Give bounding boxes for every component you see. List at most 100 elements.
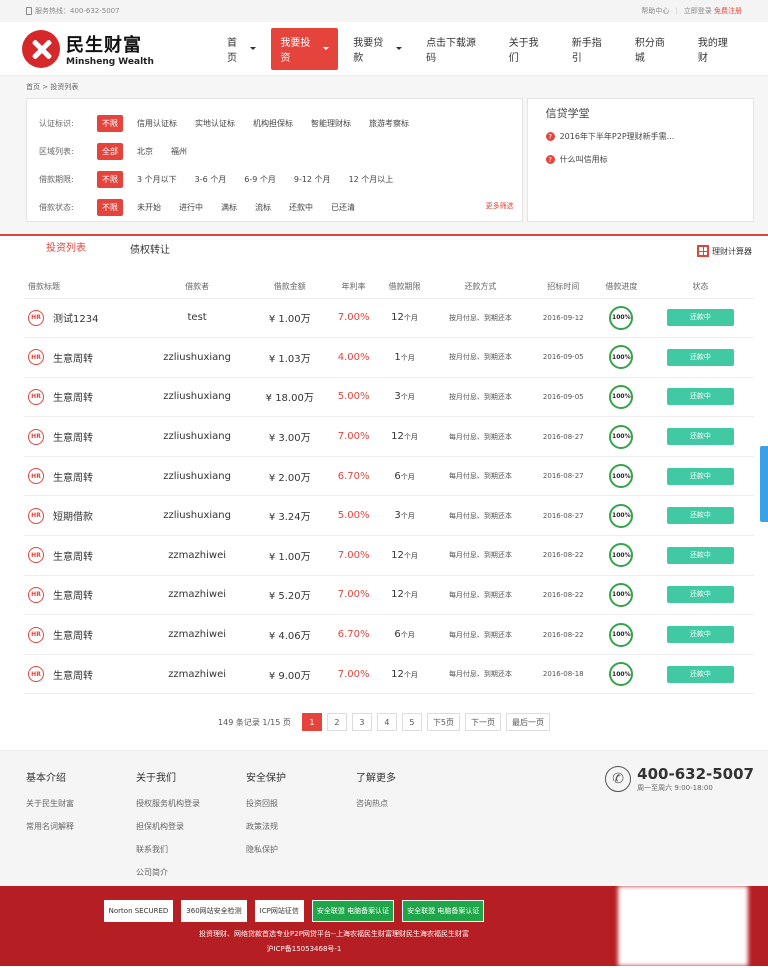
table-header-row: 借款标题 借款者 借款金额 年利率 借款期限 还款方式 招标时间 借款进度 状态 xyxy=(24,276,754,299)
loan-title[interactable]: HR 生意周转 xyxy=(28,388,143,405)
status-button[interactable]: 还款中 xyxy=(666,586,734,604)
loan-title[interactable]: HR 生意周转 xyxy=(28,349,143,366)
footer-link[interactable]: 政策法规 xyxy=(246,821,356,832)
nav-item-1[interactable]: 我要投资 xyxy=(271,27,339,70)
status-button[interactable]: 还款中 xyxy=(666,348,734,366)
loan-title[interactable]: HR 生意周转 xyxy=(28,428,143,445)
tab-debt-transfer[interactable]: 债权转让 xyxy=(108,241,192,266)
status-button[interactable]: 还款中 xyxy=(666,546,734,564)
pager-next-button[interactable]: 下一页 xyxy=(464,713,501,732)
nav-item-7[interactable]: 我的理财 xyxy=(689,28,746,70)
filter-option[interactable]: 机构担保标 xyxy=(253,118,293,129)
loan-title[interactable]: HR 生意周转 xyxy=(28,586,143,603)
table-row[interactable]: HR 生意周转 zzmazhiwei ¥ 5.20万 7.00% 12个月 每月付息、到期还… xyxy=(24,575,754,616)
trust-badge[interactable]: ICP网站征信 xyxy=(254,900,304,923)
side-float-tab[interactable] xyxy=(760,446,768,522)
filter-option[interactable]: 已还清 xyxy=(331,202,355,213)
loan-title[interactable]: HR 生意周转 xyxy=(28,626,143,643)
status-button[interactable]: 还款中 xyxy=(666,507,734,525)
table-row[interactable]: HR 生意周转 zzliushuxiang ¥ 2.00万 6.70% 6个月 每月付息、到… xyxy=(24,456,754,497)
filter-option[interactable]: 不限 xyxy=(97,114,123,132)
filter-option[interactable]: 3-6 个月 xyxy=(195,174,227,185)
borrower-cell: zzmazhiwei xyxy=(142,535,252,576)
status-button[interactable]: 还款中 xyxy=(666,388,734,406)
register-link[interactable]: 免费注册 xyxy=(714,6,742,16)
table-row[interactable]: HR 生意周转 zzmazhiwei ¥ 9.00万 7.00% 12个月 每月付息、到期还… xyxy=(24,654,754,695)
filter-option[interactable]: 12 个月以上 xyxy=(349,174,394,185)
pager-last-button[interactable]: 最后一页 xyxy=(505,713,550,732)
nav-item-2[interactable]: 我要贷款 xyxy=(344,28,411,70)
nav-item-4[interactable]: 关于我们 xyxy=(500,28,557,70)
status-button[interactable]: 还款中 xyxy=(666,665,734,683)
table-row[interactable]: HR 生意周转 zzliushuxiang ¥ 18.00万 5.00% 3个月 按月付息、… xyxy=(24,377,754,418)
filter-option[interactable]: 还款中 xyxy=(289,202,313,213)
credit-school-item[interactable]: ? 2016年下半年P2P理财新手需... xyxy=(545,131,735,142)
filter-option[interactable]: 全部 xyxy=(97,142,123,160)
login-link[interactable]: 立即登录 xyxy=(684,6,712,16)
status-button[interactable]: 还款中 xyxy=(666,309,734,327)
pager-page-4[interactable]: 4 xyxy=(376,713,397,732)
trust-badge[interactable]: 360网站安全检测 xyxy=(181,900,247,923)
nav-item-5[interactable]: 新手指引 xyxy=(563,28,620,70)
table-row[interactable]: HR 生意周转 zzmazhiwei ¥ 1.00万 7.00% 12个月 每月付息、到期还… xyxy=(24,535,754,576)
footer-link[interactable]: 授权服务机构登录 xyxy=(136,798,246,809)
table-row[interactable]: HR 测试1234 test ¥ 1.00万 7.00% 12个月 按月付息、到期还本 201… xyxy=(24,298,754,339)
pager-page-2[interactable]: 2 xyxy=(326,713,347,732)
trust-badge[interactable]: 安全联盟 电脑备案认证 xyxy=(402,900,485,923)
filter-option[interactable]: 不限 xyxy=(97,198,123,216)
loan-title[interactable]: HR 生意周转 xyxy=(28,547,143,564)
footer-link[interactable]: 联系我们 xyxy=(136,844,246,855)
status-cell: 还款中 xyxy=(646,456,754,497)
nav-item-6[interactable]: 积分商城 xyxy=(626,28,683,70)
footer-link[interactable]: 投资回报 xyxy=(246,798,356,809)
nav-item-0[interactable]: 首页 xyxy=(218,28,265,70)
loan-title[interactable]: HR 短期借款 xyxy=(28,507,143,524)
filter-option[interactable]: 不限 xyxy=(97,170,123,188)
pager-page-3[interactable]: 3 xyxy=(351,713,372,732)
filter-option[interactable]: 9-12 个月 xyxy=(294,174,331,185)
filter-option[interactable]: 信用认证标 xyxy=(137,118,177,129)
loan-title[interactable]: HR 生意周转 xyxy=(28,468,143,485)
calculator-label: 理财计算器 xyxy=(712,246,752,256)
status-button[interactable]: 还款中 xyxy=(666,467,734,485)
loan-table-wrap: 借款标题 借款者 借款金额 年利率 借款期限 还款方式 招标时间 借款进度 状态 HR 测试123… xyxy=(0,266,768,695)
filter-option[interactable]: 旅游考察标 xyxy=(369,118,409,129)
credit-school-item[interactable]: ? 什么叫信用标 xyxy=(545,154,735,165)
filter-option[interactable]: 6-9 个月 xyxy=(244,174,276,185)
filter-option[interactable]: 北京 xyxy=(137,146,153,157)
filter-option[interactable]: 智能理财标 xyxy=(311,118,351,129)
footer-link[interactable]: 担保机构登录 xyxy=(136,821,246,832)
pager-page-5[interactable]: 5 xyxy=(401,713,422,732)
filter-option[interactable]: 未开始 xyxy=(137,202,161,213)
help-link[interactable]: 帮助中心 xyxy=(641,6,669,16)
table-row[interactable]: HR 短期借款 zzliushuxiang ¥ 3.24万 5.00% 3个月 每月付息、到… xyxy=(24,495,754,537)
filter-row: 区域列表: 全部 北京 福州 xyxy=(39,137,510,165)
pager-page-1[interactable]: 1 xyxy=(301,713,322,732)
footer-link[interactable]: 关于民生财富 xyxy=(26,798,136,809)
calculator-button[interactable]: 理财计算器 xyxy=(697,245,752,257)
pager-next5-button[interactable]: 下5页 xyxy=(426,713,460,732)
footer-link[interactable]: 隐私保护 xyxy=(246,844,356,855)
trust-badge[interactable]: 安全联盟 电脑备案认证 xyxy=(311,900,395,923)
tab-invest-list[interactable]: 投资列表 xyxy=(24,239,108,266)
filter-option[interactable]: 3 个月以下 xyxy=(137,174,177,185)
logo[interactable]: 民生财富 Minsheng Wealth xyxy=(22,29,212,68)
status-button[interactable]: 还款中 xyxy=(666,626,734,644)
footer-link[interactable]: 常用名词解释 xyxy=(26,821,136,832)
filter-option[interactable]: 福州 xyxy=(171,146,187,157)
table-row[interactable]: HR 生意周转 zzliushuxiang ¥ 1.03万 4.00% 1个月 按月付息、到… xyxy=(24,337,754,378)
table-row[interactable]: HR 生意周转 zzmazhiwei ¥ 4.06万 6.70% 6个月 每月付息、到期还本… xyxy=(24,614,754,655)
status-button[interactable]: 还款中 xyxy=(666,428,734,446)
footer-link[interactable]: 公司简介 xyxy=(136,867,246,878)
filter-option[interactable]: 进行中 xyxy=(179,202,203,213)
filter-option[interactable]: 流标 xyxy=(255,202,271,213)
filter-option[interactable]: 满标 xyxy=(221,202,237,213)
filter-option[interactable]: 实地认证标 xyxy=(195,118,235,129)
nav-item-3[interactable]: 点击下载源码 xyxy=(417,28,494,70)
table-row[interactable]: HR 生意周转 zzliushuxiang ¥ 3.00万 7.00% 12个月 每月付息、… xyxy=(24,416,754,457)
loan-title[interactable]: HR 测试1234 xyxy=(28,309,143,326)
more-filter-link[interactable]: 更多筛选 xyxy=(486,201,514,211)
loan-title[interactable]: HR 生意周转 xyxy=(28,666,143,683)
footer-link[interactable]: 咨询热点 xyxy=(356,798,466,809)
trust-badge[interactable]: Norton SECURED xyxy=(103,900,174,923)
